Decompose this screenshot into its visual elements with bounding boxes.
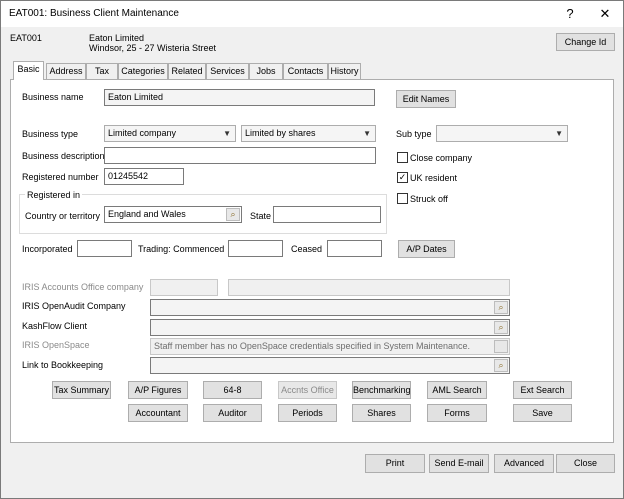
help-icon[interactable]: ?: [552, 1, 588, 27]
business-name-label: Business name: [22, 92, 84, 102]
ceased-field[interactable]: [327, 240, 382, 257]
tab-jobs[interactable]: Jobs: [249, 63, 283, 79]
struck-off-checkbox[interactable]: [397, 193, 408, 204]
tab-tax[interactable]: Tax: [86, 63, 118, 79]
64-8-button[interactable]: 64-8: [203, 381, 262, 399]
lookup-icon[interactable]: ⌕: [494, 359, 508, 372]
business-type-value: Limited company: [108, 128, 177, 138]
tab-categories[interactable]: Categories: [118, 63, 168, 79]
incorporated-field[interactable]: [77, 240, 132, 257]
iris-accounts-name-field: [228, 279, 510, 296]
openaudit-label: IRIS OpenAudit Company: [22, 301, 126, 311]
openspace-message: Staff member has no OpenSpace credential…: [154, 341, 471, 351]
accountant-button[interactable]: Accountant: [128, 404, 188, 422]
accnts-office-button: Accnts Office: [278, 381, 337, 399]
print-button[interactable]: Print: [365, 454, 425, 473]
close-company-label: Close company: [410, 153, 473, 163]
window-title: EAT001: Business Client Maintenance: [9, 8, 179, 19]
tab-contacts[interactable]: Contacts: [283, 63, 328, 79]
client-name: Eaton Limited: [89, 33, 145, 43]
openaudit-field[interactable]: ⌕: [150, 299, 510, 316]
auditor-button[interactable]: Auditor: [203, 404, 262, 422]
close-button[interactable]: Close: [556, 454, 615, 473]
trading-field[interactable]: [228, 240, 283, 257]
tab-history[interactable]: History: [328, 63, 361, 79]
bookkeeping-field[interactable]: ⌕: [150, 357, 510, 374]
trading-label: Trading: Commenced: [138, 244, 225, 254]
reg-number-label: Registered number: [22, 172, 99, 182]
openspace-field: Staff member has no OpenSpace credential…: [150, 338, 510, 355]
business-type-label: Business type: [22, 129, 79, 139]
chevron-down-icon: ▼: [363, 129, 371, 138]
change-id-button[interactable]: Change Id: [556, 33, 615, 51]
country-label: Country or territory: [25, 211, 101, 221]
incorporated-label: Incorporated: [22, 244, 73, 254]
uk-resident-checkbox[interactable]: ✓: [397, 172, 408, 183]
shares-button[interactable]: Shares: [352, 404, 411, 422]
window: EAT001: Business Client Maintenance ? ✕ …: [0, 0, 624, 499]
registered-in-label: Registered in: [25, 190, 83, 200]
title-bar: EAT001: Business Client Maintenance ? ✕: [1, 1, 623, 27]
save-button[interactable]: Save: [513, 404, 572, 422]
kashflow-field[interactable]: ⌕: [150, 319, 510, 336]
sub-type-select[interactable]: ▼: [436, 125, 568, 142]
client-address: Windsor, 25 - 27 Wisteria Street: [89, 43, 217, 53]
ap-dates-button[interactable]: A/P Dates: [398, 240, 455, 258]
bookkeeping-label: Link to Bookkeeping: [22, 360, 104, 370]
state-field[interactable]: [273, 206, 381, 223]
country-field[interactable]: England and Wales ⌕: [104, 206, 242, 223]
description-field[interactable]: [104, 147, 376, 164]
business-subtype-value: Limited by shares: [245, 128, 316, 138]
ext-search-button[interactable]: Ext Search: [513, 381, 572, 399]
client-code: EAT001: [10, 33, 42, 43]
business-subtype-select[interactable]: Limited by shares ▼: [241, 125, 376, 142]
openspace-label: IRIS OpenSpace: [22, 340, 90, 350]
advanced-button[interactable]: Advanced: [494, 454, 554, 473]
chevron-down-icon: ▼: [223, 129, 231, 138]
lookup-icon[interactable]: ⌕: [226, 208, 240, 221]
struck-off-label: Struck off: [410, 194, 448, 204]
tab-address[interactable]: Address: [46, 63, 86, 79]
chevron-down-icon: ▼: [555, 129, 563, 138]
business-type-select[interactable]: Limited company ▼: [104, 125, 236, 142]
benchmarking-button[interactable]: Benchmarking: [352, 381, 411, 399]
aml-search-button[interactable]: AML Search: [427, 381, 487, 399]
lookup-icon[interactable]: ⌕: [494, 301, 508, 314]
close-company-checkbox[interactable]: [397, 152, 408, 163]
ceased-label: Ceased: [291, 244, 323, 254]
send-email-button[interactable]: Send E-mail: [429, 454, 489, 473]
lookup-icon[interactable]: ⌕: [494, 321, 508, 334]
uk-resident-label: UK resident: [410, 173, 458, 183]
periods-button[interactable]: Periods: [278, 404, 337, 422]
iris-accounts-label: IRIS Accounts Office company: [22, 282, 144, 292]
reg-number-field[interactable]: 01245542: [104, 168, 184, 185]
sub-type-label: Sub type: [396, 129, 432, 139]
country-value: England and Wales: [108, 209, 186, 219]
lookup-icon: [494, 340, 508, 353]
iris-accounts-code-field: [150, 279, 218, 296]
description-label: Business description: [22, 151, 105, 161]
tab-related[interactable]: Related: [168, 63, 206, 79]
forms-button[interactable]: Forms: [427, 404, 487, 422]
edit-names-button[interactable]: Edit Names: [396, 90, 456, 108]
state-label: State: [250, 211, 272, 221]
check-icon: ✓: [398, 172, 407, 182]
close-icon[interactable]: ✕: [587, 1, 623, 27]
kashflow-label: KashFlow Client: [22, 321, 88, 331]
ap-figures-button[interactable]: A/P Figures: [128, 381, 188, 399]
business-name-field[interactable]: Eaton Limited: [104, 89, 375, 106]
tab-basic[interactable]: Basic: [13, 61, 44, 80]
tab-services[interactable]: Services: [206, 63, 249, 79]
tax-summary-button[interactable]: Tax Summary: [52, 381, 111, 399]
